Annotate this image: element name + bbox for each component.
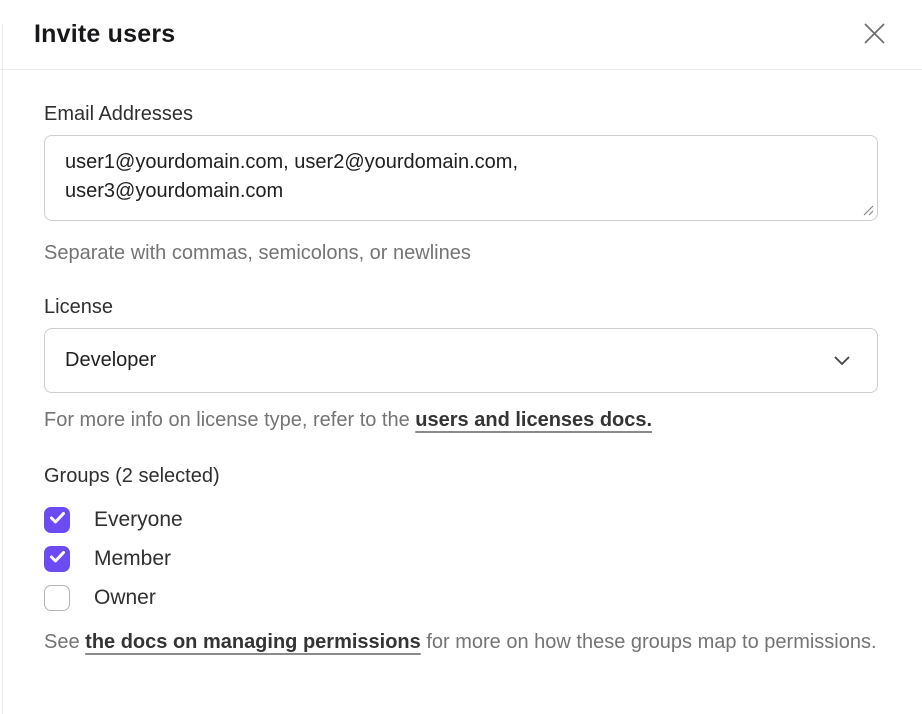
groups-label: Groups (2 selected) (44, 465, 878, 487)
group-row-everyone[interactable]: Everyone (44, 500, 878, 539)
check-icon (50, 511, 65, 529)
close-icon (863, 22, 886, 48)
check-icon (50, 550, 65, 568)
modal-left-edge (2, 24, 3, 714)
managing-permissions-docs-link[interactable]: the docs on managing permissions (85, 631, 421, 653)
checkbox-owner[interactable] (44, 585, 70, 611)
group-label-member[interactable]: Member (94, 547, 171, 571)
group-label-everyone[interactable]: Everyone (94, 508, 183, 532)
chevron-down-icon (833, 349, 851, 372)
groups-helper-suffix: for more on how these groups map to perm… (421, 631, 877, 653)
groups-checkbox-list: Everyone Member (44, 500, 878, 617)
modal-title: Invite users (34, 20, 175, 49)
groups-helper-text: See the docs on managing permissions for… (44, 628, 878, 657)
license-helper-prefix: For more info on license type, refer to … (44, 409, 415, 431)
license-selected-value: Developer (65, 349, 156, 372)
email-addresses-input[interactable]: user1@yourdomain.com, user2@yourdomain.c… (44, 135, 878, 221)
groups-helper-prefix: See (44, 631, 85, 653)
email-addresses-label: Email Addresses (44, 103, 878, 125)
users-and-licenses-docs-link[interactable]: users and licenses docs. (415, 409, 652, 431)
license-select[interactable]: Developer (44, 328, 878, 393)
email-helper-text: Separate with commas, semicolons, or new… (44, 239, 878, 268)
close-button[interactable] (858, 19, 890, 51)
group-label-owner[interactable]: Owner (94, 586, 156, 610)
checkbox-member[interactable] (44, 546, 70, 572)
group-row-owner[interactable]: Owner (44, 578, 878, 617)
modal-header: Invite users (0, 0, 922, 70)
license-helper-text: For more info on license type, refer to … (44, 406, 878, 435)
invite-users-form: Email Addresses user1@yourdomain.com, us… (0, 70, 922, 657)
license-label: License (44, 296, 878, 318)
group-row-member[interactable]: Member (44, 539, 878, 578)
checkbox-everyone[interactable] (44, 507, 70, 533)
